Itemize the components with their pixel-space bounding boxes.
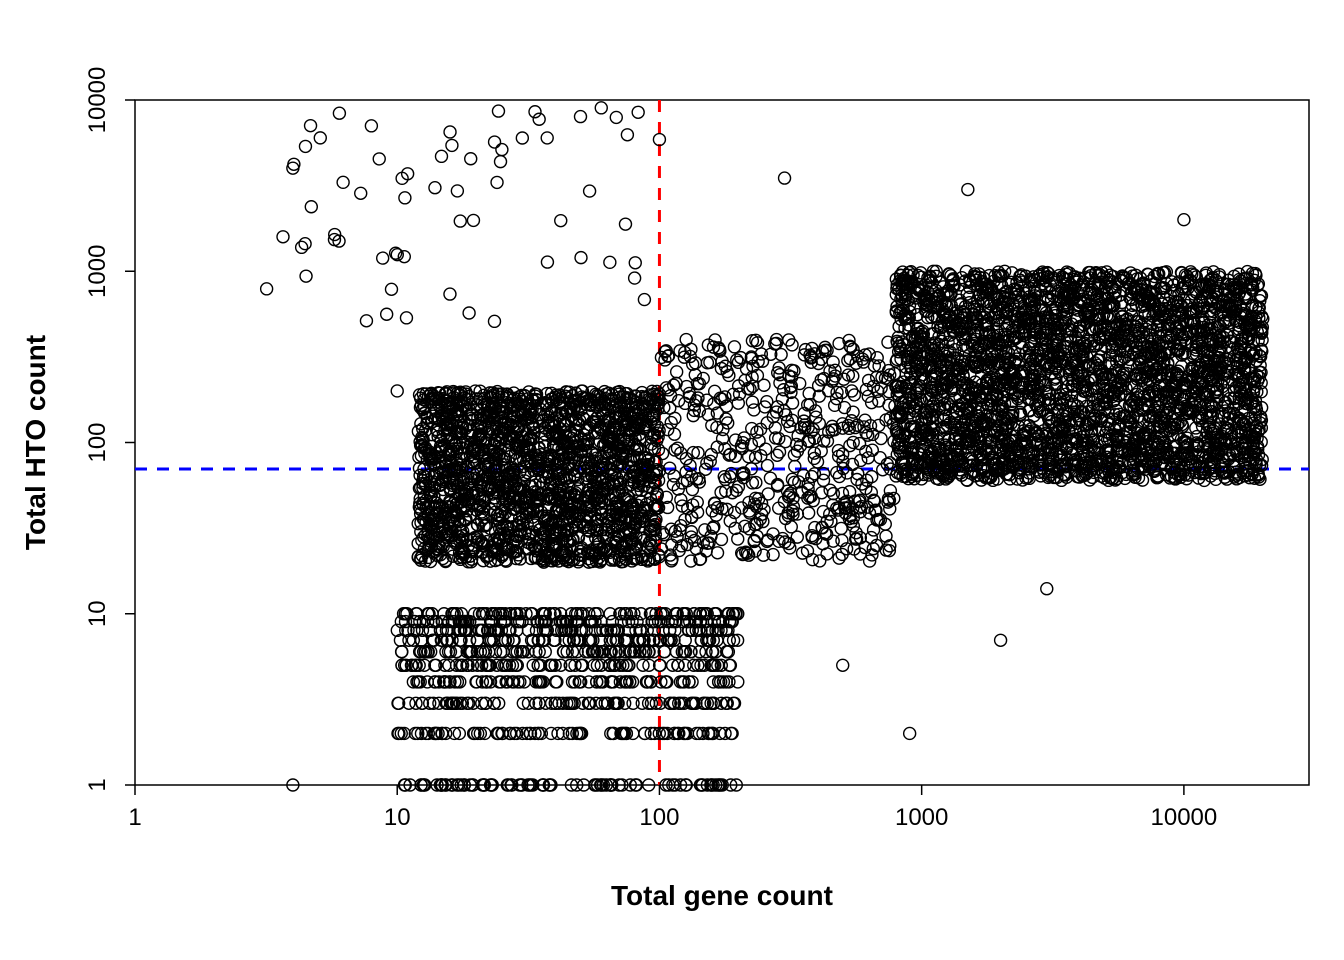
- y-tick-label: 10000: [84, 67, 111, 134]
- scatter-points: [261, 102, 1269, 791]
- y-tick-label: 100: [84, 422, 111, 462]
- x-tick-label: 1: [128, 804, 141, 831]
- y-tick-label: 1: [84, 778, 111, 791]
- x-tick-label: 1000: [895, 804, 948, 831]
- y-axis-ticks: 1 10 100 1000 10000: [84, 67, 135, 792]
- y-tick-label: 10: [84, 600, 111, 627]
- scatter-plot: 1 10 100 1000 10000 1 10 100 1000 10000 Total ge…: [0, 0, 1344, 960]
- chart-container: 1 10 100 1000 10000 1 10 100 1000 10000 Total ge…: [0, 0, 1344, 960]
- x-axis-label: Total gene count: [611, 880, 833, 911]
- y-axis-label: Total HTO count: [20, 335, 51, 550]
- x-axis-ticks: 1 10 100 1000 10000: [128, 785, 1217, 831]
- x-tick-label: 100: [639, 804, 679, 831]
- x-tick-label: 10: [384, 804, 411, 831]
- y-tick-label: 1000: [84, 245, 111, 298]
- x-tick-label: 10000: [1151, 804, 1218, 831]
